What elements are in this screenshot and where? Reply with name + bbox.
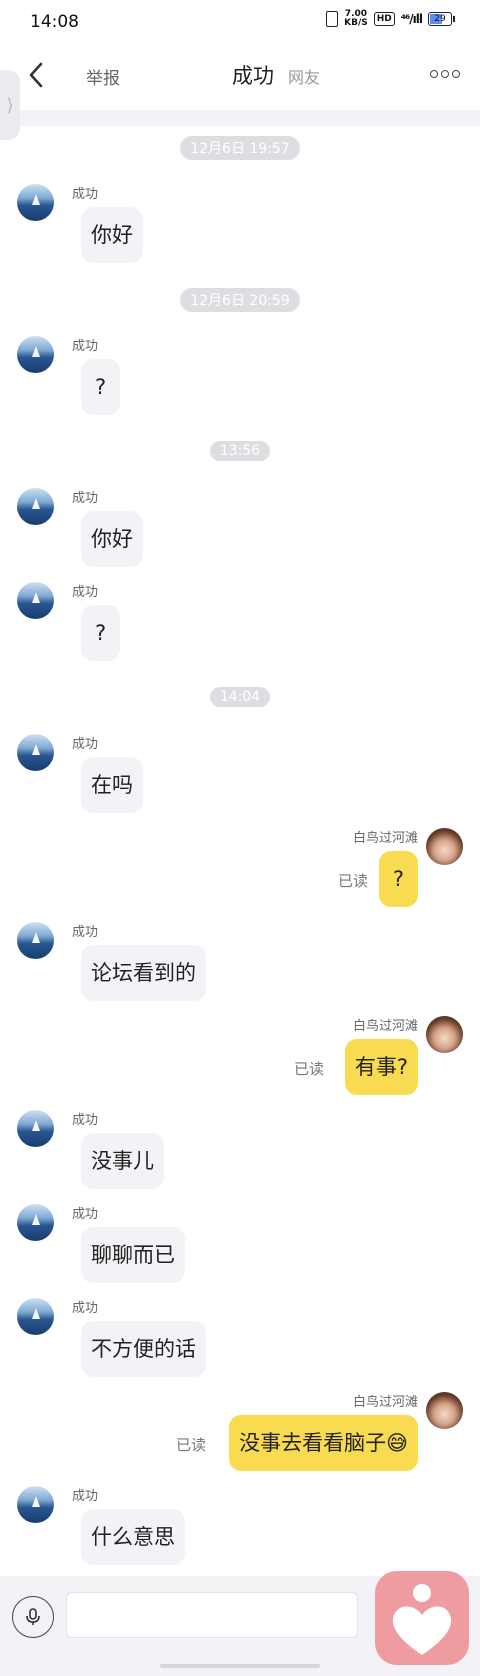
message-bubble[interactable]: ? <box>81 359 121 415</box>
message-input[interactable] <box>66 1592 358 1638</box>
back-button[interactable] <box>22 60 52 90</box>
avatar[interactable] <box>17 1110 54 1147</box>
avatar[interactable] <box>17 582 54 619</box>
timestamp: 13:56 <box>209 441 271 461</box>
page-title: 成功 <box>232 64 274 88</box>
message-bubble[interactable]: 论坛看到的 <box>81 945 206 1001</box>
message-bubble[interactable]: 你好 <box>81 207 143 263</box>
vibrate-icon <box>326 11 339 27</box>
sender-name: 成功 <box>72 1113 99 1128</box>
more-icon <box>441 70 449 78</box>
message-bubble[interactable]: ? <box>81 605 121 661</box>
mic-icon <box>26 1608 40 1625</box>
sender-name: 成功 <box>72 1207 99 1222</box>
hd-icon: HD <box>373 12 395 26</box>
net-speed-unit: KB/S <box>344 18 368 28</box>
timestamp: 14:04 <box>209 687 271 707</box>
read-receipt: 已读 <box>293 1060 324 1078</box>
avatar[interactable] <box>426 828 463 865</box>
avatar[interactable] <box>426 1392 463 1429</box>
message-bubble[interactable]: 什么意思 <box>81 1509 185 1565</box>
heart-person-icon <box>392 1584 452 1655</box>
sender-name: 成功 <box>72 1489 99 1504</box>
avatar[interactable] <box>17 1486 54 1523</box>
more-icon <box>430 70 438 78</box>
floating-action-button[interactable] <box>375 1571 469 1665</box>
sender-name: 成功 <box>72 187 99 202</box>
title-group: 成功 网友 <box>232 60 320 90</box>
voice-button[interactable] <box>12 1596 54 1638</box>
chat-header: 举报 成功 网友 <box>0 42 480 110</box>
sender-name: 成功 <box>72 737 99 752</box>
sender-name: 成功 <box>72 339 99 354</box>
signal-icon: ⁴⁶/ıll <box>400 12 423 26</box>
timestamp-divider: 12月6日 19:57 <box>0 136 480 160</box>
sender-name: 白鸟过河滩 <box>352 1019 418 1034</box>
avatar[interactable] <box>17 1298 54 1335</box>
timestamp-divider: 14:04 <box>0 686 480 707</box>
more-button[interactable] <box>430 70 460 78</box>
message-bubble[interactable]: 聊聊而已 <box>81 1227 185 1283</box>
avatar[interactable] <box>17 1204 54 1241</box>
more-icon <box>452 70 460 78</box>
side-expand-icon: ⟩ <box>6 94 14 116</box>
message-bubble[interactable]: 有事? <box>344 1039 418 1095</box>
read-receipt: 已读 <box>337 872 368 890</box>
status-icons: 7.00 KB/S HD ⁴⁶/ıll 29 <box>326 10 455 28</box>
timestamp: 12月6日 19:57 <box>180 136 300 160</box>
chat-list[interactable]: 12月6日 19:57 成功 你好 12月6日 20:59 成功 ? 13:56… <box>0 126 480 1576</box>
battery-level: 29 <box>434 14 446 24</box>
timestamp: 12月6日 20:59 <box>180 288 300 312</box>
sender-name: 成功 <box>72 585 99 600</box>
avatar[interactable] <box>17 734 54 771</box>
net-speed: 7.00 KB/S <box>344 10 368 28</box>
back-arrow-icon <box>29 62 43 88</box>
report-button[interactable]: 举报 <box>86 64 120 89</box>
avatar[interactable] <box>17 488 54 525</box>
sender-name: 成功 <box>72 491 99 506</box>
message-bubble[interactable]: 没事去看看脑子😅 <box>229 1415 418 1471</box>
header-divider <box>0 110 480 126</box>
avatar[interactable] <box>17 922 54 959</box>
timestamp-divider: 13:56 <box>0 440 480 461</box>
message-bubble[interactable]: 没事儿 <box>81 1133 164 1189</box>
home-indicator[interactable] <box>160 1664 320 1668</box>
message-bubble[interactable]: 不方便的话 <box>81 1321 206 1377</box>
status-time: 14:08 <box>30 12 79 32</box>
timestamp-divider: 12月6日 20:59 <box>0 288 480 312</box>
avatar[interactable] <box>17 184 54 221</box>
message-bubble[interactable]: ? <box>378 851 418 907</box>
page-subtitle: 网友 <box>288 68 321 87</box>
message-bubble[interactable]: 你好 <box>81 511 143 567</box>
sender-name: 白鸟过河滩 <box>352 831 418 846</box>
status-bar: 14:08 7.00 KB/S HD ⁴⁶/ıll 29 <box>0 0 480 42</box>
avatar[interactable] <box>426 1016 463 1053</box>
sender-name: 成功 <box>72 1301 99 1316</box>
sender-name: 成功 <box>72 925 99 940</box>
sender-name: 白鸟过河滩 <box>352 1395 418 1410</box>
battery-icon: 29 <box>428 12 455 26</box>
message-bubble[interactable]: 在吗 <box>81 757 143 813</box>
read-receipt: 已读 <box>175 1436 206 1454</box>
avatar[interactable] <box>17 336 54 373</box>
